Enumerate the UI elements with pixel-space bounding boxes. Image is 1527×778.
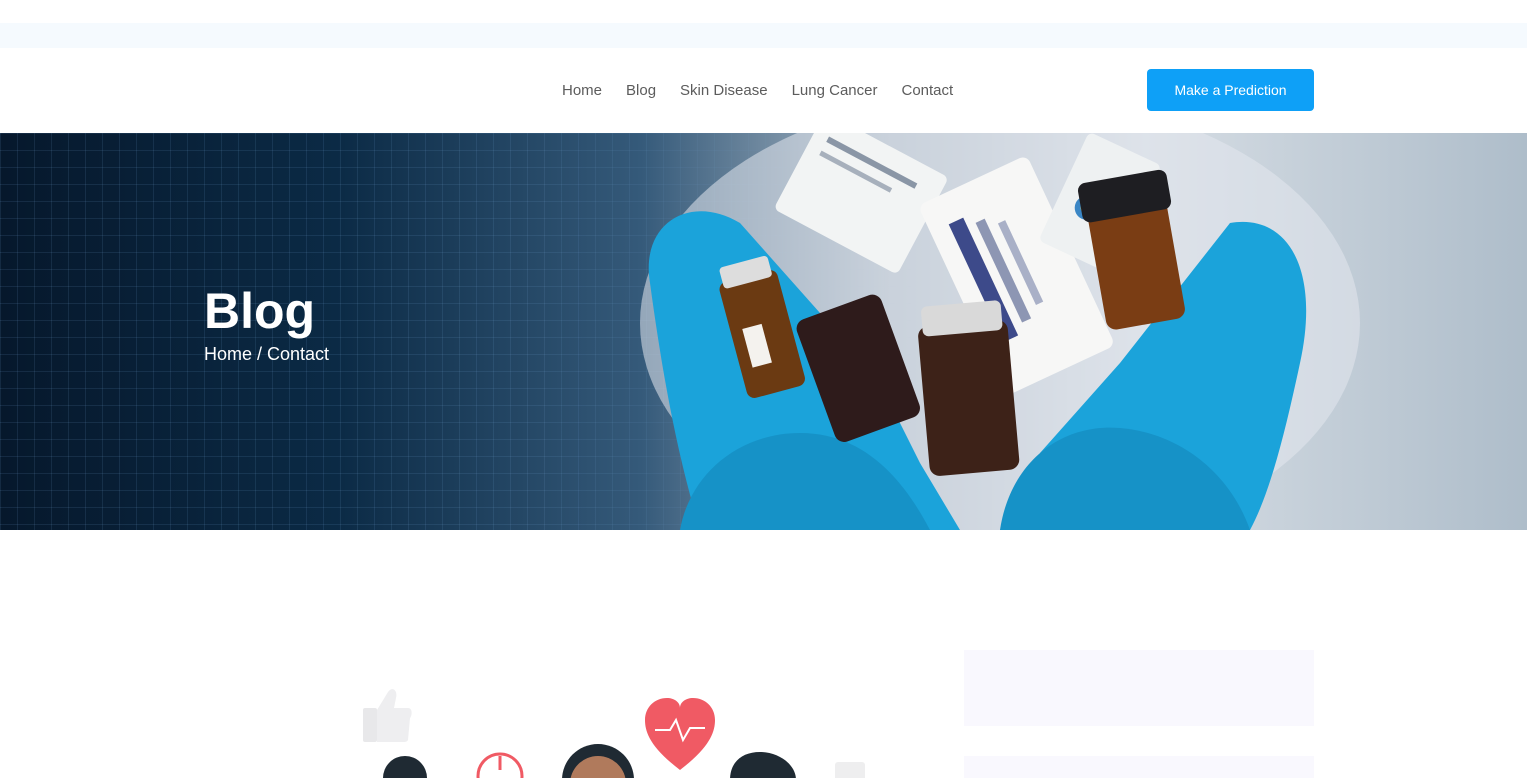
heart-pulse-icon: [645, 698, 715, 770]
page-title: Blog: [204, 283, 316, 339]
nav-link-home[interactable]: Home: [562, 82, 602, 99]
health-illustration: [363, 689, 865, 778]
content-section: [0, 530, 1527, 778]
nav-link-lung-cancer[interactable]: Lung Cancer: [792, 82, 878, 99]
top-bar: [0, 23, 1527, 48]
navbar: Home Blog Skin Disease Lung Cancer Conta…: [0, 48, 1527, 133]
top-spacer: [0, 0, 1527, 23]
nav-link-blog[interactable]: Blog: [626, 82, 656, 99]
thumbs-up-icon: [363, 689, 412, 742]
breadcrumb: Home / Contact: [204, 344, 330, 364]
make-prediction-button[interactable]: Make a Prediction: [1147, 69, 1314, 111]
sidebar-widget: [964, 756, 1314, 778]
main-nav: Home Blog Skin Disease Lung Cancer Conta…: [562, 48, 953, 133]
sidebar-search-box: [964, 650, 1314, 726]
nav-link-contact[interactable]: Contact: [902, 82, 954, 99]
hero-banner: Blog Home / Contact: [0, 133, 1527, 530]
nav-link-skin-disease[interactable]: Skin Disease: [680, 82, 768, 99]
